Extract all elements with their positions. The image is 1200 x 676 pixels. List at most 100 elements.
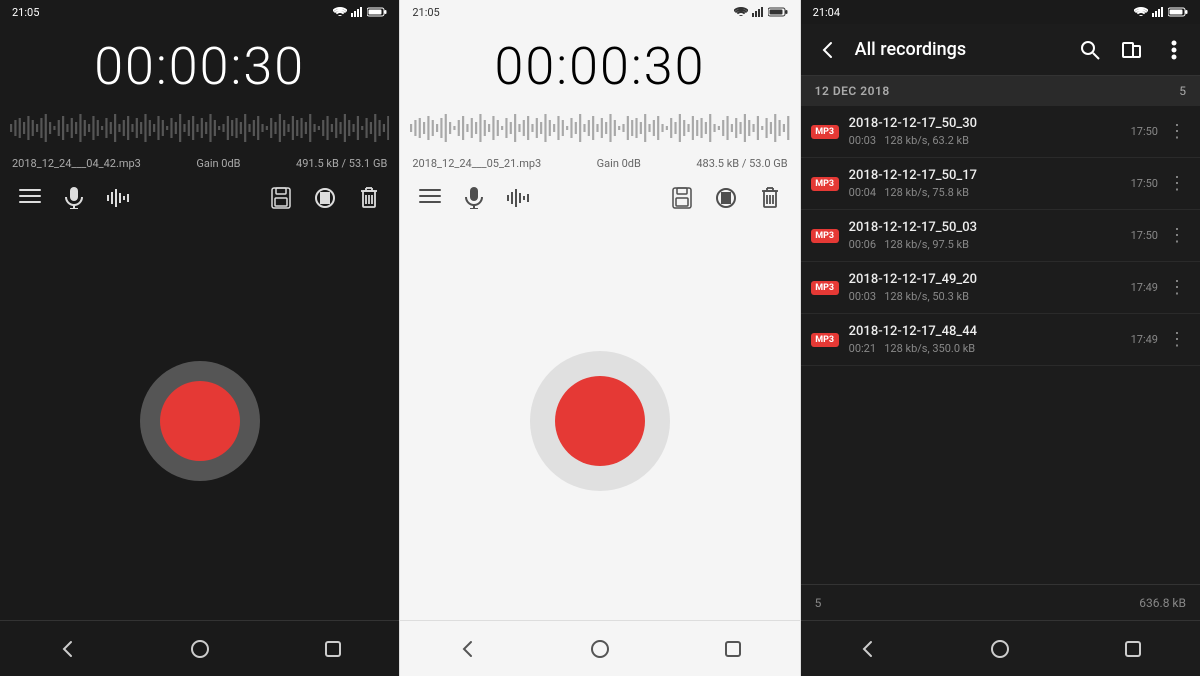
right-gallery-button[interactable]	[1116, 34, 1148, 66]
recording-info: 2018-12-12-17_48_44 00:21 128 kb/s, 350.…	[849, 324, 1131, 355]
left-time: 21:05	[12, 6, 39, 19]
more-options-icon[interactable]: ⋮	[1164, 119, 1190, 144]
right-footer-size: 636.8 kB	[1139, 596, 1186, 610]
recording-item[interactable]: MP3 2018-12-12-17_48_44 00:21 128 kb/s, …	[801, 314, 1200, 366]
left-file-info: 2018_12_24___04_42.mp3 Gain 0dB 491.5 kB…	[0, 153, 399, 174]
right-footer: 5 636.8 kB	[801, 584, 1200, 620]
middle-toolbar	[400, 174, 799, 222]
mp3-badge: MP3	[811, 229, 839, 243]
middle-record-dot	[555, 376, 645, 466]
middle-timer: 00:00:30	[400, 24, 799, 103]
right-nav-back[interactable]	[851, 633, 883, 665]
middle-delete-icon[interactable]	[756, 184, 784, 212]
waveform-icon[interactable]	[104, 184, 132, 212]
recording-time: 17:49	[1131, 333, 1158, 346]
left-toolbar	[0, 174, 399, 222]
middle-record-area	[400, 222, 799, 620]
recording-item[interactable]: MP3 2018-12-12-17_50_17 00:04 128 kb/s, …	[801, 158, 1200, 210]
save-icon[interactable]	[267, 184, 295, 212]
pause-icon[interactable]	[311, 184, 339, 212]
left-nav-home[interactable]	[184, 633, 216, 665]
middle-file-info: 2018_12_24___05_21.mp3 Gain 0dB 483.5 kB…	[400, 153, 799, 174]
recording-name: 2018-12-12-17_48_44	[849, 324, 1131, 339]
more-options-icon[interactable]: ⋮	[1164, 327, 1190, 352]
recording-info: 2018-12-12-17_50_17 00:04 128 kb/s, 75.8…	[849, 168, 1131, 199]
middle-time: 21:05	[412, 6, 439, 19]
right-wifi-icon	[1134, 7, 1148, 17]
right-header-icons	[1074, 34, 1190, 66]
left-waveform	[0, 103, 399, 153]
middle-status-icons	[734, 7, 788, 17]
recording-info: 2018-12-12-17_49_20 00:03 128 kb/s, 50.3…	[849, 272, 1131, 303]
middle-battery-icon	[768, 7, 788, 17]
list-icon[interactable]	[16, 184, 44, 212]
recording-item[interactable]: MP3 2018-12-12-17_50_30 00:03 128 kb/s, …	[801, 106, 1200, 158]
wifi-icon	[333, 7, 347, 17]
right-date-label: 12 DEC 2018	[815, 84, 890, 98]
left-storage: 491.5 kB / 53.1 GB	[296, 157, 387, 170]
recording-name: 2018-12-12-17_50_03	[849, 220, 1131, 235]
middle-save-icon[interactable]	[668, 184, 696, 212]
recording-name: 2018-12-12-17_49_20	[849, 272, 1131, 287]
middle-mic-icon[interactable]	[460, 184, 488, 212]
left-record-button[interactable]	[140, 361, 260, 481]
middle-status-bar: 21:05	[400, 0, 799, 24]
more-options-icon[interactable]: ⋮	[1164, 223, 1190, 248]
recording-meta: 00:03 128 kb/s, 63.2 kB	[849, 134, 1131, 147]
mp3-badge: MP3	[811, 177, 839, 191]
middle-waveform-icon[interactable]	[504, 184, 532, 212]
right-date-count: 5	[1179, 84, 1186, 98]
right-nav-home[interactable]	[984, 633, 1016, 665]
right-date-section: 12 DEC 2018 5	[801, 76, 1200, 106]
middle-nav-square[interactable]	[717, 633, 749, 665]
left-filename: 2018_12_24___04_42.mp3	[12, 157, 141, 170]
right-recording-list: MP3 2018-12-12-17_50_30 00:03 128 kb/s, …	[801, 106, 1200, 584]
recording-name: 2018-12-12-17_50_30	[849, 116, 1131, 131]
recording-meta: 00:06 128 kb/s, 97.5 kB	[849, 238, 1131, 251]
left-timer: 00:00:30	[0, 24, 399, 103]
recording-item[interactable]: MP3 2018-12-12-17_49_20 00:03 128 kb/s, …	[801, 262, 1200, 314]
recording-meta: 00:21 128 kb/s, 350.0 kB	[849, 342, 1131, 355]
delete-icon[interactable]	[355, 184, 383, 212]
recording-time: 17:50	[1131, 125, 1158, 138]
middle-gain: Gain 0dB	[597, 157, 641, 170]
right-battery-icon	[1168, 7, 1188, 17]
left-nav-bar	[0, 620, 399, 676]
mic-icon[interactable]	[60, 184, 88, 212]
right-back-button[interactable]	[811, 34, 843, 66]
middle-nav-bar	[400, 620, 799, 676]
recording-time: 17:49	[1131, 281, 1158, 294]
right-footer-count: 5	[815, 596, 822, 610]
recording-meta: 00:04 128 kb/s, 75.8 kB	[849, 186, 1131, 199]
middle-wifi-icon	[734, 7, 748, 17]
middle-nav-back[interactable]	[451, 633, 483, 665]
left-gain: Gain 0dB	[196, 157, 240, 170]
signal-icon	[351, 7, 363, 17]
right-more-button[interactable]	[1158, 34, 1190, 66]
mp3-badge: MP3	[811, 125, 839, 139]
right-nav-square[interactable]	[1117, 633, 1149, 665]
middle-signal-icon	[752, 7, 764, 17]
right-status-bar: 21:04	[801, 0, 1200, 24]
recording-meta: 00:03 128 kb/s, 50.3 kB	[849, 290, 1131, 303]
middle-pause-icon[interactable]	[712, 184, 740, 212]
left-nav-square[interactable]	[317, 633, 349, 665]
mp3-badge: MP3	[811, 281, 839, 295]
middle-nav-home[interactable]	[584, 633, 616, 665]
recording-name: 2018-12-12-17_50_17	[849, 168, 1131, 183]
right-search-button[interactable]	[1074, 34, 1106, 66]
more-options-icon[interactable]: ⋮	[1164, 171, 1190, 196]
mp3-badge: MP3	[811, 333, 839, 347]
more-options-icon[interactable]: ⋮	[1164, 275, 1190, 300]
recording-item[interactable]: MP3 2018-12-12-17_50_03 00:06 128 kb/s, …	[801, 210, 1200, 262]
left-toolbar-right	[267, 184, 383, 212]
middle-waveform	[400, 103, 799, 153]
middle-record-button[interactable]	[530, 351, 670, 491]
middle-storage: 483.5 kB / 53.0 GB	[696, 157, 787, 170]
right-title: All recordings	[855, 39, 1074, 60]
recording-time: 17:50	[1131, 177, 1158, 190]
left-record-area	[0, 222, 399, 620]
middle-list-icon[interactable]	[416, 184, 444, 212]
left-nav-back[interactable]	[51, 633, 83, 665]
middle-panel: 21:05 00:00:30 2018_12_24___0	[399, 0, 800, 676]
